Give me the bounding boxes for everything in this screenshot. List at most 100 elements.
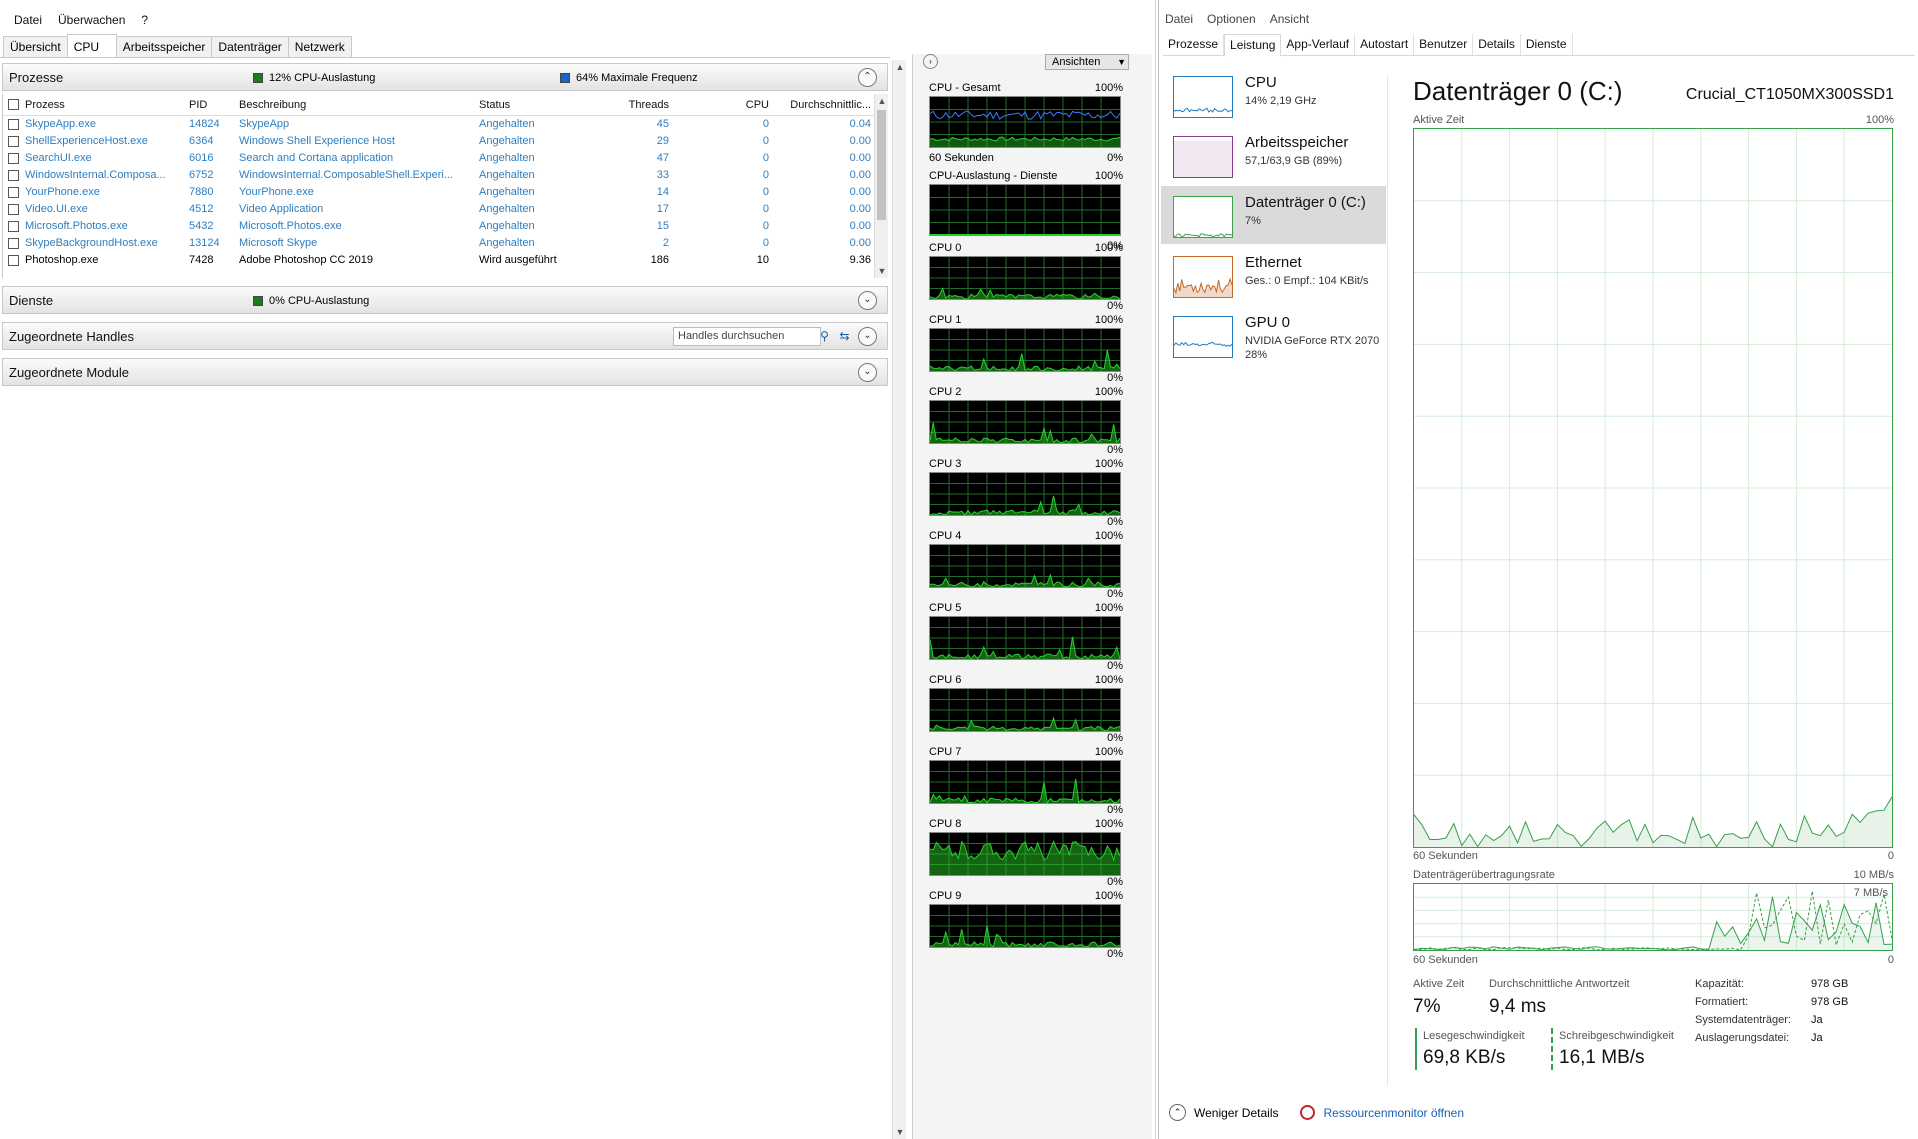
process-description: Video Application — [239, 203, 324, 215]
col-threads[interactable]: Threads — [579, 94, 669, 116]
tab-datentraeger[interactable]: Datenträger — [211, 36, 289, 57]
row-checkbox[interactable] — [8, 119, 19, 130]
handles-search-input[interactable]: Handles durchsuchen — [673, 327, 821, 346]
row-checkbox[interactable] — [8, 221, 19, 232]
table-row[interactable]: ShellExperienceHost.exe 6364 Windows Shell… — [3, 133, 876, 150]
taskmgr-tabs: Prozesse Leistung App-Verlauf Autostart … — [1163, 34, 1915, 57]
sidebar-item-label: Datenträger 0 (C:) — [1245, 194, 1366, 211]
process-pid: 6016 — [189, 152, 214, 164]
table-row[interactable]: SkypeBackgroundHost.exe 13124 Microsoft Sk… — [3, 235, 876, 252]
graph-title: CPU 5 — [929, 602, 962, 614]
tab-uebersicht[interactable]: Übersicht — [3, 36, 68, 57]
write-speed-bar — [1551, 1028, 1553, 1070]
table-row[interactable]: SearchUI.exe 6016 Search and Cortana appli… — [3, 150, 876, 167]
tab-benutzer[interactable]: Benutzer — [1414, 34, 1474, 55]
row-checkbox[interactable] — [8, 187, 19, 198]
row-checkbox[interactable] — [8, 255, 19, 266]
sidebar-item-ethernet[interactable]: Ethernet Ges.: 0 Empf.: 104 KBit/s — [1161, 246, 1386, 304]
table-row[interactable]: YourPhone.exe 7880 YourPhone.exe Angehalten… — [3, 184, 876, 201]
graph-min: 0% — [1107, 444, 1123, 456]
fewer-details-link[interactable]: Weniger Details — [1194, 1106, 1278, 1120]
scroll-up-icon[interactable]: ▲ — [875, 94, 889, 108]
col-pid[interactable]: PID — [189, 94, 229, 116]
cpu-usage-legend: 12% CPU-Auslastung — [253, 72, 375, 84]
sidebar-item-gpu[interactable]: GPU 0 NVIDIA GeForce RTX 2070 28% — [1161, 306, 1386, 364]
modules-section-header[interactable]: Zugeordnete Module ⌄ — [2, 358, 888, 386]
chevron-down-icon[interactable]: ⌄ — [858, 363, 877, 382]
table-row[interactable]: Microsoft.Photos.exe 5432 Microsoft.Photos… — [3, 218, 876, 235]
views-dropdown[interactable]: Ansichten ▼ — [1045, 54, 1129, 70]
col-cpu[interactable]: CPU — [679, 94, 769, 116]
row-checkbox[interactable] — [8, 170, 19, 181]
sidebar-item-memory[interactable]: Arbeitsspeicher 57,1/63,9 GB (89%) — [1161, 126, 1386, 184]
table-row[interactable]: WindowsInternal.Composa... 6752 WindowsInt… — [3, 167, 876, 184]
tab-details[interactable]: Details — [1473, 34, 1521, 55]
tab-leistung[interactable]: Leistung — [1224, 34, 1282, 57]
handles-title: Zugeordnete Handles — [9, 328, 135, 344]
main-scrollbar[interactable]: ▲ ▼ — [892, 60, 906, 1139]
scroll-thumb[interactable] — [877, 110, 886, 220]
select-all-checkbox[interactable] — [8, 99, 19, 110]
graph-min: 0% — [1107, 876, 1123, 888]
scroll-down-icon[interactable]: ▼ — [893, 1125, 907, 1139]
process-status: Angehalten — [479, 169, 535, 181]
refresh-icon[interactable]: ⇆ — [835, 327, 854, 346]
tab-cpu[interactable]: CPU — [66, 34, 117, 58]
graph-title: CPU 0 — [929, 242, 962, 254]
tab-prozesse[interactable]: Prozesse — [1163, 34, 1225, 55]
col-status[interactable]: Status — [479, 94, 579, 116]
scroll-up-icon[interactable]: ▲ — [893, 60, 907, 74]
row-checkbox[interactable] — [8, 204, 19, 215]
tab-dienste[interactable]: Dienste — [1521, 34, 1573, 55]
sidebar-item-cpu[interactable]: CPU 14% 2,19 GHz — [1161, 66, 1386, 124]
menu-ueberwachen[interactable]: Überwachen — [52, 13, 131, 27]
process-cpu: 10 — [756, 254, 769, 266]
resource-monitor-icon — [1300, 1105, 1316, 1120]
chevron-right-icon[interactable]: › — [923, 54, 938, 69]
menu-optionen[interactable]: Optionen — [1207, 12, 1256, 26]
menu-help[interactable]: ? — [135, 13, 154, 27]
chevron-down-icon[interactable]: ⌄ — [858, 327, 877, 346]
taskmgr-footer: ⌃ Weniger Details Ressourcenmonitor öffn… — [1169, 1104, 1464, 1121]
table-row[interactable]: Video.UI.exe 4512 Video Application Angehal… — [3, 201, 876, 218]
process-pid: 5432 — [189, 220, 214, 232]
process-threads: 17 — [656, 203, 669, 215]
menu-ansicht[interactable]: Ansicht — [1270, 12, 1309, 26]
process-threads: 33 — [656, 169, 669, 181]
tab-netzwerk[interactable]: Netzwerk — [287, 36, 352, 57]
table-row[interactable]: Photoshop.exe 7428 Adobe Photoshop CC 2019… — [3, 252, 876, 269]
tab-app-verlauf[interactable]: App-Verlauf — [1281, 34, 1356, 55]
handles-section-header[interactable]: Zugeordnete Handles Handles durchsuchen … — [2, 322, 888, 350]
table-header-row: Prozess PID Beschreibung Status Threads … — [3, 94, 876, 116]
tab-autostart[interactable]: Autostart — [1355, 34, 1415, 55]
chevron-up-icon[interactable]: ⌃ — [858, 68, 877, 87]
process-description: Microsoft Skype — [239, 237, 318, 249]
scroll-down-icon[interactable]: ▼ — [875, 264, 889, 278]
table-row[interactable]: SkypeApp.exe 14824 SkypeApp Angehalten 45 0 0.… — [3, 116, 876, 133]
sidebar-item-disk[interactable]: Datenträger 0 (C:) 7% — [1161, 186, 1386, 244]
graph-time: 60 Sekunden — [929, 152, 994, 164]
sidebar-item-label: GPU 0 — [1245, 314, 1291, 331]
col-beschreibung[interactable]: Beschreibung — [239, 94, 469, 116]
sidebar-item-label: Arbeitsspeicher — [1245, 134, 1349, 151]
menu-datei[interactable]: Datei — [8, 13, 48, 27]
chevron-down-icon[interactable]: ⌄ — [858, 291, 877, 310]
col-durchschnitt[interactable]: Durchschnittlic... — [779, 94, 871, 116]
process-table-scrollbar[interactable]: ▲ ▼ — [874, 94, 888, 278]
graph-min: 0% — [1107, 804, 1123, 816]
row-checkbox[interactable] — [8, 238, 19, 249]
services-section-header[interactable]: Dienste 0% CPU-Auslastung ⌄ — [2, 286, 888, 314]
processes-section-header[interactable]: Prozesse 12% CPU-Auslastung 64% Maximale… — [2, 63, 888, 91]
graph-title: CPU 2 — [929, 386, 962, 398]
tab-arbeitsspeicher[interactable]: Arbeitsspeicher — [115, 36, 213, 57]
active-time-chart-label: Aktive Zeit — [1413, 114, 1465, 126]
graph-max: 100% — [1094, 818, 1123, 830]
menu-datei[interactable]: Datei — [1165, 12, 1193, 26]
open-resource-monitor-link[interactable]: Ressourcenmonitor öffnen — [1323, 1106, 1464, 1120]
chevron-up-icon[interactable]: ⌃ — [1169, 1104, 1186, 1121]
row-checkbox[interactable] — [8, 153, 19, 164]
process-description: YourPhone.exe — [239, 186, 314, 198]
search-icon[interactable]: ⚲ — [815, 327, 834, 346]
col-prozess[interactable]: Prozess — [25, 94, 175, 116]
row-checkbox[interactable] — [8, 136, 19, 147]
